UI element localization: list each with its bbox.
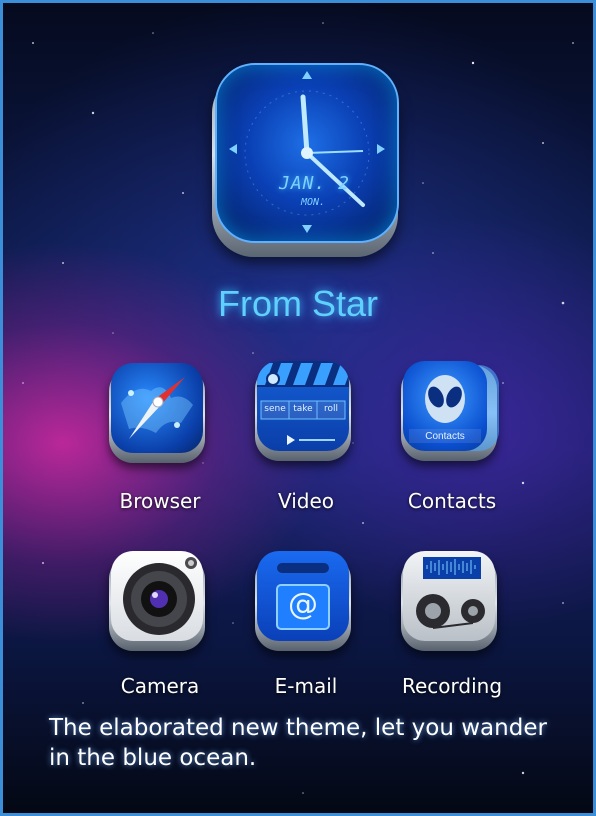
theme-title: From Star: [217, 283, 378, 324]
clock-date-readout: JAN. 2: [279, 173, 351, 194]
clapper-word: take: [293, 404, 313, 414]
email-app-icon[interactable]: @: [253, 549, 353, 651]
tape-recorder-icon: [416, 557, 485, 629]
video-app-icon[interactable]: sene take roll: [253, 359, 353, 461]
app-label: Video: [277, 489, 335, 513]
clock-hands-icon: [229, 71, 385, 233]
camera-app-icon[interactable]: [107, 549, 207, 651]
theme-tagline: The elaborated new theme, let you wander…: [49, 715, 547, 771]
app-label: Contacts: [407, 489, 497, 513]
theme-preview-frame: JAN. 2 MON. From Star Browser sene take …: [0, 0, 596, 816]
app-label: Recording: [401, 674, 503, 698]
clock-day-readout: MON.: [301, 197, 326, 208]
clapper-word: roll: [323, 404, 338, 414]
clock-face: JAN. 2 MON.: [215, 63, 399, 243]
compass-icon: [121, 377, 193, 439]
recording-app-icon[interactable]: [399, 549, 499, 651]
app-label: Camera: [120, 674, 200, 698]
clapper-word: sene: [264, 404, 286, 414]
app-label: E-mail: [274, 674, 338, 698]
camera-lens-icon: [123, 557, 197, 635]
email-at-symbol: @: [288, 587, 318, 622]
app-label: Browser: [119, 489, 201, 513]
contacts-badge-text: Contacts: [425, 431, 465, 442]
browser-app-icon[interactable]: [107, 361, 207, 463]
contacts-app-icon[interactable]: Contacts: [399, 359, 499, 461]
clock-widget[interactable]: JAN. 2 MON.: [210, 61, 400, 261]
